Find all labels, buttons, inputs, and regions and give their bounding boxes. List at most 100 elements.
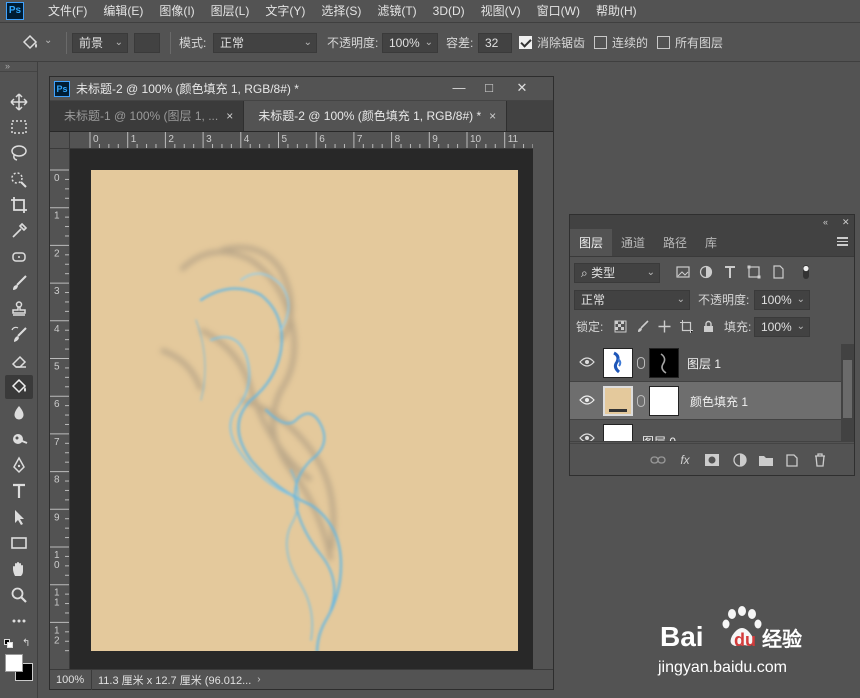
fill-swatch-thumbnail[interactable] (603, 386, 633, 416)
quick-select-tool[interactable] (5, 167, 33, 191)
move-tool[interactable] (5, 90, 33, 114)
fill-field[interactable]: 100% ⌄ (754, 317, 810, 337)
antialias-checkbox[interactable] (519, 36, 532, 49)
pen-tool[interactable] (5, 453, 33, 477)
tab-paths[interactable]: 路径 (654, 229, 696, 256)
close-tab-icon[interactable]: × (226, 109, 233, 123)
close-panel-icon[interactable]: ✕ (842, 215, 850, 229)
lock-artboard-icon[interactable] (680, 320, 693, 333)
menu-help[interactable]: 帮助(H) (588, 0, 645, 22)
vertical-scrollbar[interactable] (533, 132, 553, 669)
layer-row-layer1[interactable]: 图层 1 (570, 344, 841, 382)
canvas[interactable] (91, 170, 518, 651)
tab-channels[interactable]: 通道 (612, 229, 654, 256)
tab-libraries[interactable]: 库 (696, 229, 726, 256)
dodge-tool[interactable] (5, 427, 33, 451)
eraser-tool[interactable] (5, 349, 33, 373)
filter-kind-select[interactable]: ⌕ 类型 ⌄ (574, 263, 660, 283)
type-tool[interactable] (5, 479, 33, 503)
panel-menu-icon[interactable] (837, 237, 848, 246)
opacity-field[interactable]: 100% ⌄ (382, 33, 438, 53)
type-filter-icon[interactable] (722, 264, 738, 280)
default-colors-icon[interactable] (4, 639, 14, 649)
zoom-tool[interactable] (5, 583, 33, 607)
eye-icon[interactable] (579, 356, 595, 368)
brush-tool[interactable] (5, 271, 33, 295)
close-tab-icon[interactable]: × (489, 109, 496, 123)
crop-tool[interactable] (5, 193, 33, 217)
clone-stamp-tool[interactable] (5, 297, 33, 321)
scrollbar-thumb[interactable] (843, 360, 852, 418)
menu-window[interactable]: 窗口(W) (529, 0, 588, 22)
path-select-tool[interactable] (5, 505, 33, 529)
menu-3d[interactable]: 3D(D) (425, 0, 473, 22)
tool-preset-picker[interactable]: ⌄ (20, 33, 56, 53)
new-layer-icon[interactable] (784, 452, 800, 468)
tolerance-field[interactable]: 32 (478, 33, 512, 53)
blur-tool[interactable] (5, 401, 33, 425)
contiguous-checkbox[interactable] (594, 36, 607, 49)
layer-mask-thumbnail[interactable] (649, 348, 679, 378)
mask-icon[interactable] (704, 452, 720, 468)
chain-link-icon[interactable] (637, 395, 645, 407)
chevron-right-icon[interactable]: › (257, 674, 260, 685)
panel-grip-icon[interactable]: » (0, 62, 37, 72)
tab-untitled-2[interactable]: 未标题-2 @ 100% (颜色填充 1, RGB/8#) * × (244, 101, 508, 131)
adjustment-icon[interactable] (732, 452, 748, 468)
filter-toggle-icon[interactable] (798, 264, 814, 280)
menu-select[interactable]: 选择(S) (313, 0, 369, 22)
eyedropper-tool[interactable] (5, 219, 33, 243)
menu-filter[interactable]: 滤镜(T) (369, 0, 424, 22)
foreground-color-swatch[interactable] (5, 654, 23, 672)
eye-icon[interactable] (579, 394, 595, 406)
more-tools[interactable] (5, 609, 33, 633)
marquee-tool[interactable] (5, 115, 33, 139)
fill-source-select[interactable]: 前景 ⌄ (72, 33, 128, 53)
paint-bucket-tool[interactable] (5, 375, 33, 399)
horizontal-ruler[interactable]: 0123456789101112 (70, 132, 533, 149)
layers-scrollbar[interactable] (841, 344, 854, 442)
document-titlebar[interactable]: Ps 未标题-2 @ 100% (颜色填充 1, RGB/8#) * — □ ✕ (50, 77, 553, 101)
fx-icon[interactable]: fx (677, 452, 693, 468)
maximize-button[interactable]: □ (475, 77, 503, 99)
healing-brush-tool[interactable] (5, 245, 33, 269)
swap-colors-icon[interactable]: ↰ (22, 638, 30, 649)
group-folder-icon[interactable] (758, 452, 774, 468)
menu-edit[interactable]: 编辑(E) (95, 0, 151, 22)
mode-select[interactable]: 正常 ⌄ (213, 33, 317, 53)
menu-image[interactable]: 图像(I) (151, 0, 202, 22)
link-icon[interactable] (650, 452, 666, 468)
hand-tool[interactable] (5, 557, 33, 581)
layer-mask-thumbnail[interactable] (649, 386, 679, 416)
layer-row-color-fill-1[interactable]: 颜色填充 1 (570, 382, 841, 420)
shape-tool[interactable] (5, 531, 33, 555)
layer-row-layer0[interactable]: 图层 0 (570, 420, 841, 442)
menu-layer[interactable]: 图层(L) (203, 0, 258, 22)
history-brush-tool[interactable] (5, 323, 33, 347)
menu-type[interactable]: 文字(Y) (257, 0, 313, 22)
eye-icon[interactable] (579, 432, 595, 442)
layer-opacity-field[interactable]: 100% ⌄ (754, 290, 810, 310)
menu-file[interactable]: 文件(F) (40, 0, 95, 22)
trash-icon[interactable] (812, 452, 828, 468)
chain-link-icon[interactable] (637, 357, 645, 369)
shape-filter-icon[interactable] (746, 264, 762, 280)
lock-all-icon[interactable] (702, 320, 715, 333)
pixel-filter-icon[interactable] (675, 264, 691, 280)
menu-view[interactable]: 视图(V) (473, 0, 529, 22)
lock-brush-icon[interactable] (636, 320, 649, 333)
tab-untitled-1[interactable]: 未标题-1 @ 100% (图层 1, ... × (50, 101, 245, 131)
minimize-button[interactable]: — (445, 77, 473, 99)
collapse-panel-icon[interactable]: « (823, 215, 828, 229)
lock-transparent-icon[interactable] (614, 320, 627, 333)
zoom-level-field[interactable]: 100% (50, 669, 92, 690)
tab-layers[interactable]: 图层 (570, 229, 613, 256)
vertical-ruler[interactable]: 0123456789101112 (50, 149, 70, 669)
canvas-pasteboard[interactable] (71, 150, 533, 669)
lasso-tool[interactable] (5, 141, 33, 165)
smart-object-filter-icon[interactable] (770, 264, 786, 280)
blend-mode-select[interactable]: 正常 ⌄ (574, 290, 690, 310)
all-layers-checkbox[interactable] (657, 36, 670, 49)
adjustment-filter-icon[interactable] (698, 264, 714, 280)
ruler-origin[interactable] (50, 132, 70, 149)
